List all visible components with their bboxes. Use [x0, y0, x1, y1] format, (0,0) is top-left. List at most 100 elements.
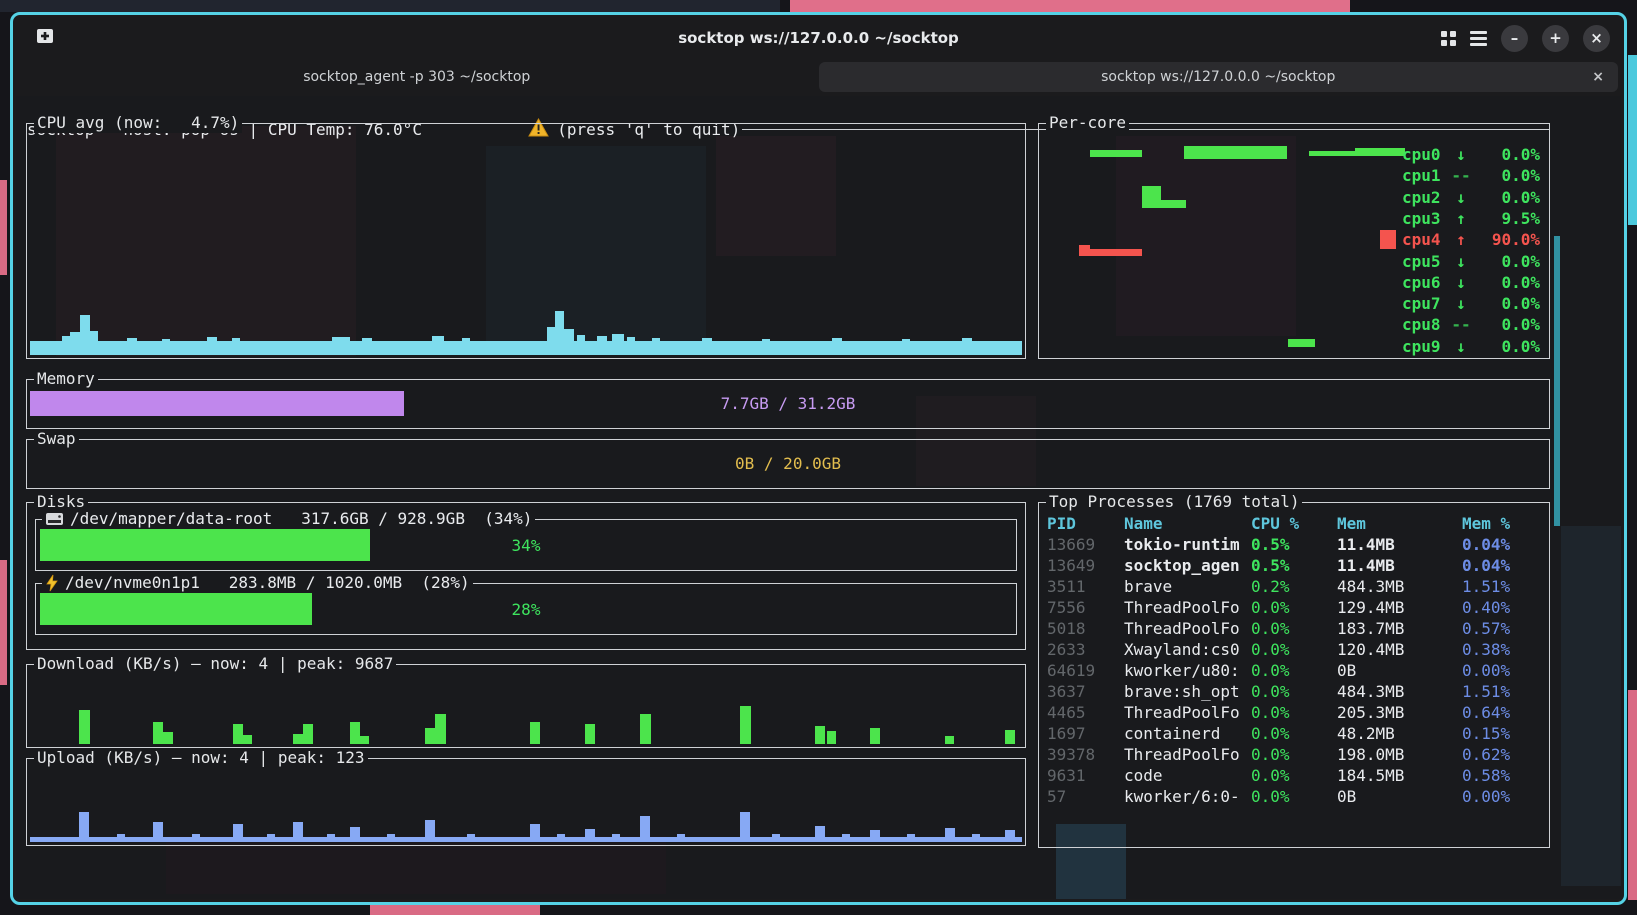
- process-cell: 0.57%: [1462, 619, 1545, 638]
- drive-icon: [45, 511, 64, 527]
- upload-bar: [425, 820, 435, 842]
- hamburger-menu-icon[interactable]: [1470, 31, 1487, 46]
- window-title: socktop ws://127.0.0.0 ~/socktop: [13, 29, 1624, 47]
- disk-percent-label: 34%: [40, 529, 1012, 561]
- cpu-spark-spike: [462, 338, 470, 341]
- process-cell: kworker/6:0-: [1124, 787, 1251, 806]
- core-row-cpu1: cpu1--0.0%: [1402, 165, 1540, 186]
- cpu-avg-sparkline: [27, 124, 1025, 358]
- process-cell: tokio-runtim: [1124, 535, 1251, 554]
- column-header: PID: [1047, 514, 1124, 533]
- process-cell: 184.5MB: [1337, 766, 1462, 785]
- process-cell: 0.62%: [1462, 745, 1545, 764]
- tab-socktop-agent[interactable]: socktop_agent -p 303 ~/socktop: [17, 61, 817, 93]
- process-cell: 64619: [1047, 661, 1124, 680]
- swap-title: Swap: [34, 429, 79, 449]
- process-row[interactable]: 2633Xwayland:cs00.0%120.4MB0.38%: [1047, 639, 1545, 660]
- process-cell: 5018: [1047, 619, 1124, 638]
- cpu-spark-spike: [332, 337, 350, 341]
- upload-bar: [640, 816, 650, 842]
- cpu-spark-spike: [207, 337, 217, 341]
- core-value: 90.0%: [1476, 230, 1540, 249]
- column-header: CPU %: [1251, 514, 1337, 533]
- download-bar: [945, 736, 954, 744]
- download-bar: [79, 710, 90, 744]
- minimize-button[interactable]: –: [1501, 25, 1528, 52]
- upload-bar: [153, 822, 163, 842]
- upload-bar: [972, 834, 980, 842]
- wallpaper-strip-top: [790, 0, 1350, 12]
- disk-data-root: /dev/mapper/data-root 317.6GB / 928.9GB …: [35, 519, 1017, 571]
- hot-core-marker: [1380, 230, 1396, 249]
- cpu-spark-spike: [432, 336, 444, 341]
- process-cell: containerd: [1124, 724, 1251, 743]
- download-chart: [27, 665, 1025, 747]
- core-trend-icon: ↓: [1446, 252, 1476, 271]
- cpu-spark-spike: [762, 339, 770, 341]
- process-cell: 48.2MB: [1337, 724, 1462, 743]
- process-cell: 3637: [1047, 682, 1124, 701]
- process-row[interactable]: 9631code0.0%184.5MB0.58%: [1047, 765, 1545, 786]
- new-tab-button[interactable]: [35, 26, 55, 50]
- process-cell: 0.0%: [1251, 640, 1337, 659]
- tab-socktop-client[interactable]: socktop ws://127.0.0.0 ~/socktop ×: [819, 62, 1619, 92]
- cpu-spark-spike: [127, 338, 137, 341]
- process-cell: 0.0%: [1251, 745, 1337, 764]
- cpu-spark-spike: [832, 338, 842, 341]
- process-row[interactable]: 3511brave0.2%484.3MB1.51%: [1047, 576, 1545, 597]
- process-cell: 0.15%: [1462, 724, 1545, 743]
- process-row[interactable]: 5018ThreadPoolFo0.0%183.7MB0.57%: [1047, 618, 1545, 639]
- close-button[interactable]: ×: [1583, 25, 1610, 52]
- core-trend-icon: --: [1446, 315, 1476, 334]
- process-cell: 1.51%: [1462, 682, 1545, 701]
- core-name: cpu3: [1402, 209, 1446, 228]
- process-cell: 39378: [1047, 745, 1124, 764]
- memory-gauge: 7.7GB / 31.2GB: [30, 391, 1546, 416]
- upload-bar: [740, 812, 750, 842]
- process-row[interactable]: 64619kworker/u80:0.0%0B0.00%: [1047, 660, 1545, 681]
- process-cell: 13649: [1047, 556, 1124, 575]
- process-row[interactable]: 39378ThreadPoolFo0.0%198.0MB0.62%: [1047, 744, 1545, 765]
- tab-close-icon[interactable]: ×: [1592, 69, 1604, 85]
- process-cell: 0.04%: [1462, 535, 1545, 554]
- download-bar: [293, 734, 303, 744]
- process-row[interactable]: 57kworker/6:0-0.0%0B0.00%: [1047, 786, 1545, 807]
- process-row[interactable]: 7556ThreadPoolFo0.0%129.4MB0.40%: [1047, 597, 1545, 618]
- process-cell: 7556: [1047, 598, 1124, 617]
- upload-bar: [585, 829, 595, 842]
- upload-bar: [293, 822, 303, 842]
- download-bar: [303, 724, 313, 744]
- process-row[interactable]: 3637brave:sh_opt0.0%484.3MB1.51%: [1047, 681, 1545, 702]
- upload-bar: [945, 828, 955, 842]
- process-row[interactable]: 4465ThreadPoolFo0.0%205.3MB0.64%: [1047, 702, 1545, 723]
- grid-view-icon[interactable]: [1441, 31, 1456, 46]
- download-bar: [243, 735, 252, 744]
- memory-panel: Memory 7.7GB / 31.2GB: [26, 379, 1550, 429]
- core-row-cpu6: cpu6↓0.0%: [1402, 272, 1540, 293]
- per-core-list: cpu0↓0.0%cpu1--0.0%cpu2↓0.0%cpu3↑9.5%cpu…: [1039, 124, 1549, 358]
- process-row[interactable]: 13669tokio-runtim0.5%11.4MB0.04%: [1047, 534, 1545, 555]
- process-cell: 3511: [1047, 577, 1124, 596]
- cpu-spark-spike: [555, 311, 564, 341]
- core-trend-icon: ↓: [1446, 145, 1476, 164]
- process-cell: brave:sh_opt: [1124, 682, 1251, 701]
- process-cell: 1.51%: [1462, 577, 1545, 596]
- cpu-spark-spike: [652, 338, 660, 341]
- process-cell: ThreadPoolFo: [1124, 703, 1251, 722]
- disk-title-text: /dev/mapper/data-root 317.6GB / 928.9GB …: [70, 509, 532, 528]
- process-row[interactable]: 1697containerd0.0%48.2MB0.15%: [1047, 723, 1545, 744]
- cpu-avg-panel: CPU avg (now: 4.7%): [26, 123, 1026, 359]
- disk-nvme: /dev/nvme0n1p1 283.8MB / 1020.0MB (28%) …: [35, 583, 1017, 635]
- core-row-cpu9: cpu9↓0.0%: [1402, 336, 1540, 357]
- maximize-button[interactable]: +: [1542, 25, 1569, 52]
- process-cell: 129.4MB: [1337, 598, 1462, 617]
- column-header: Mem %: [1462, 514, 1545, 533]
- process-row[interactable]: 13649socktop_agen0.5%11.4MB0.04%: [1047, 555, 1545, 576]
- upload-bar: [907, 834, 915, 842]
- upload-bar: [815, 826, 825, 842]
- bolt-icon: [45, 574, 59, 592]
- core-name: cpu1: [1402, 166, 1446, 185]
- core-trend-icon: ↓: [1446, 188, 1476, 207]
- cpu-spark-spike: [547, 327, 555, 341]
- core-row-cpu7: cpu7↓0.0%: [1402, 293, 1540, 314]
